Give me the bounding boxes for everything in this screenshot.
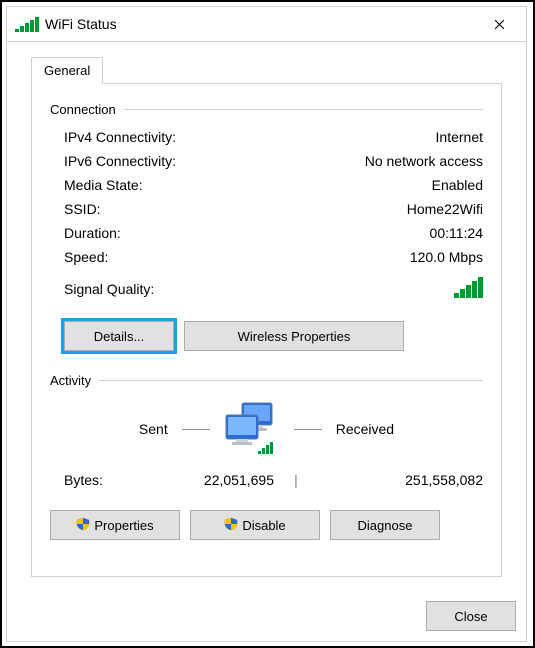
ssid-value: Home22Wifi	[407, 201, 483, 217]
row-ipv4: IPv4 Connectivity: Internet	[64, 125, 483, 149]
tab-strip: General	[31, 58, 502, 84]
row-ssid: SSID: Home22Wifi	[64, 197, 483, 221]
footer: Close	[7, 591, 526, 641]
activity-group-header: Activity	[50, 373, 483, 388]
received-label: Received	[336, 421, 394, 437]
bytes-label: Bytes:	[64, 472, 156, 488]
close-button[interactable]: Close	[426, 601, 516, 631]
shield-icon	[76, 517, 90, 534]
speed-label: Speed:	[64, 249, 108, 265]
activity-header-label: Activity	[50, 373, 91, 388]
general-panel: Connection IPv4 Connectivity: Internet I…	[31, 84, 502, 577]
network-monitors-icon	[224, 401, 280, 457]
ipv6-value: No network access	[365, 153, 483, 169]
signal-bars-icon	[454, 277, 483, 298]
connection-header-label: Connection	[50, 102, 116, 117]
details-button[interactable]: Details...	[64, 321, 174, 351]
disable-button-label: Disable	[242, 518, 285, 533]
media-state-value: Enabled	[432, 177, 483, 193]
bytes-row: Bytes: 22,051,695 | 251,558,082	[64, 472, 483, 488]
action-button-row: Properties Disable Diagnose	[50, 510, 483, 540]
duration-value: 00:11:24	[430, 225, 483, 241]
wifi-status-window: WiFi Status General Connection IPv4 Conn…	[6, 6, 527, 642]
ipv4-value: Internet	[436, 129, 483, 145]
shield-icon	[224, 517, 238, 534]
duration-label: Duration:	[64, 225, 121, 241]
screenshot-frame: WiFi Status General Connection IPv4 Conn…	[0, 0, 535, 648]
activity-group: Activity Sent	[50, 373, 483, 488]
bytes-received-value: 251,558,082	[318, 472, 483, 488]
connection-button-row: Details... Wireless Properties	[64, 321, 483, 351]
tab-general[interactable]: General	[31, 57, 103, 84]
diagnose-button[interactable]: Diagnose	[330, 510, 440, 540]
row-duration: Duration: 00:11:24	[64, 221, 483, 245]
connection-rows: IPv4 Connectivity: Internet IPv6 Connect…	[64, 125, 483, 309]
row-signal-quality: Signal Quality:	[64, 269, 483, 309]
activity-icons-row: Sent	[50, 396, 483, 462]
window-close-button[interactable]	[478, 9, 520, 39]
close-icon	[494, 19, 505, 30]
wifi-signal-icon	[15, 17, 39, 32]
titlebar: WiFi Status	[7, 7, 526, 42]
wireless-properties-button[interactable]: Wireless Properties	[184, 321, 404, 351]
sent-label: Sent	[139, 421, 168, 437]
row-speed: Speed: 120.0 Mbps	[64, 245, 483, 269]
disable-button[interactable]: Disable	[190, 510, 320, 540]
ssid-label: SSID:	[64, 201, 101, 217]
window-title: WiFi Status	[45, 16, 478, 32]
row-ipv6: IPv6 Connectivity: No network access	[64, 149, 483, 173]
speed-value: 120.0 Mbps	[410, 249, 483, 265]
signal-quality-value	[454, 277, 483, 301]
properties-button[interactable]: Properties	[50, 510, 180, 540]
window-body: General Connection IPv4 Connectivity: In…	[7, 42, 526, 591]
ipv6-label: IPv6 Connectivity:	[64, 153, 176, 169]
media-state-label: Media State:	[64, 177, 143, 193]
bytes-divider: |	[274, 472, 318, 488]
properties-button-label: Properties	[94, 518, 153, 533]
connection-group-header: Connection	[50, 102, 483, 117]
signal-quality-label: Signal Quality:	[64, 281, 154, 297]
row-media-state: Media State: Enabled	[64, 173, 483, 197]
ipv4-label: IPv4 Connectivity:	[64, 129, 176, 145]
bytes-sent-value: 22,051,695	[156, 472, 274, 488]
